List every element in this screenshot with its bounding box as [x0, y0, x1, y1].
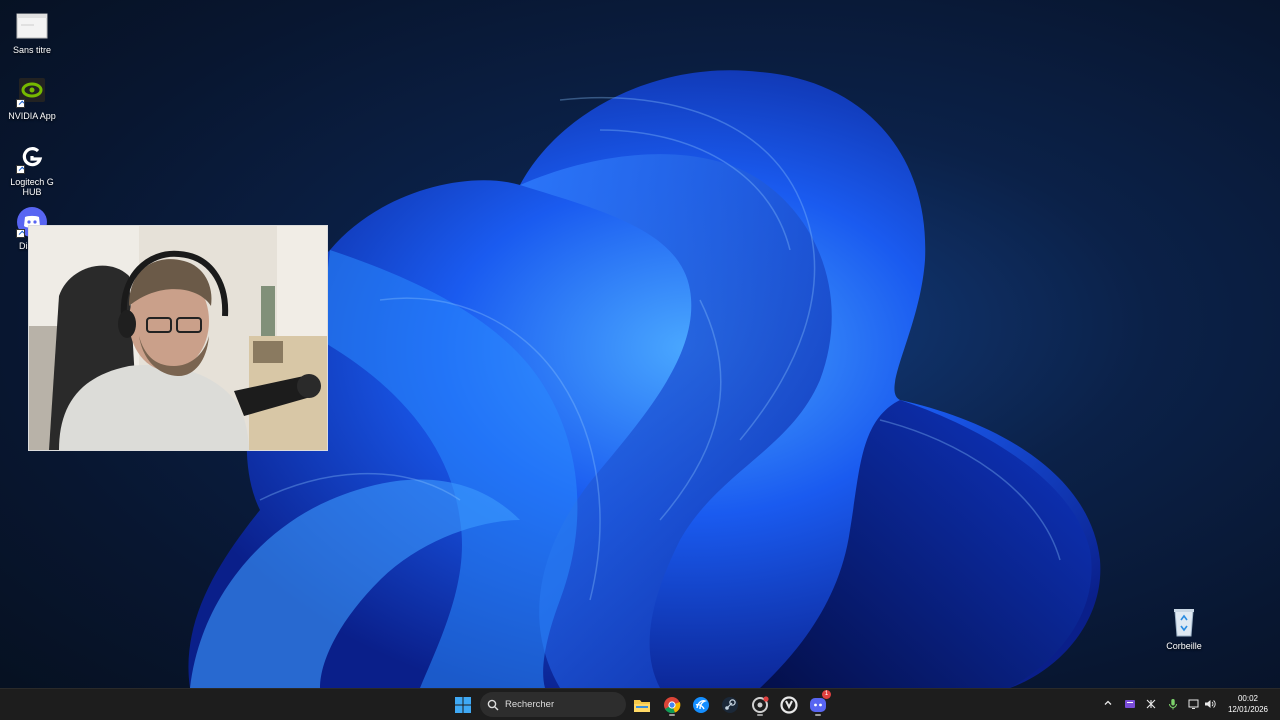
desktop-icon-label: Logitech G HUB [10, 177, 54, 197]
taskbar-overwatch[interactable] [777, 693, 801, 717]
taskbar-discord[interactable]: 1 [806, 690, 831, 717]
running-indicator [669, 714, 675, 716]
nvidia-icon [16, 76, 48, 108]
start-button[interactable] [451, 693, 475, 717]
webcam-person-image [29, 226, 327, 450]
volume-icon[interactable] [1204, 698, 1216, 710]
desktop-icon-label: Sans titre [12, 45, 52, 55]
network-icon[interactable] [1188, 698, 1200, 710]
desktop-icon-corbeille[interactable]: Corbeille [1152, 606, 1216, 651]
recycle-bin-icon [1168, 606, 1200, 638]
shortcut-arrow-icon [16, 99, 25, 108]
shortcut-arrow-icon [16, 229, 25, 238]
blank-document-icon [16, 10, 48, 42]
tray-network-activity-icon[interactable] [1145, 698, 1157, 710]
battlenet-icon [693, 697, 709, 713]
search-placeholder: Rechercher [505, 699, 555, 710]
taskbar-search-box[interactable]: Rechercher [480, 692, 626, 717]
microphone-icon[interactable] [1167, 698, 1179, 710]
settings-app-icon [752, 696, 769, 713]
desktop-icon-sans-titre[interactable]: Sans titre [0, 10, 64, 55]
desktop-icon-logitech-g-hub[interactable]: Logitech G HUB [0, 142, 64, 197]
show-hidden-icons-chevron-up-icon[interactable] [1102, 698, 1114, 710]
chrome-icon [664, 697, 681, 714]
discord-notification-badge: 1 [822, 690, 831, 699]
desktop-icon-label: NVIDIA App [8, 111, 56, 121]
logitech-g-icon [16, 142, 48, 174]
desktop-icon-nvidia-app[interactable]: NVIDIA App [0, 76, 64, 121]
shortcut-arrow-icon [16, 165, 25, 174]
tray-app-icon[interactable] [1124, 698, 1136, 710]
taskbar-chrome[interactable] [660, 693, 684, 717]
taskbar-steam[interactable] [718, 693, 742, 717]
search-icon [487, 699, 499, 710]
overwatch-icon [780, 696, 798, 714]
webcam-overlay [28, 225, 328, 451]
taskbar-battlenet[interactable] [689, 693, 713, 717]
file-explorer-icon [634, 700, 650, 712]
running-indicator [815, 714, 821, 716]
desktop-icon-label: Corbeille [1166, 641, 1202, 651]
clock-date: 12/01/2026 [1227, 705, 1269, 714]
taskbar: Rechercher 1 00:02 12/01/2026 [0, 688, 1280, 720]
taskbar-file-explorer[interactable] [630, 693, 654, 717]
steam-icon [722, 697, 738, 713]
start-icon [455, 697, 471, 713]
running-indicator [757, 714, 763, 716]
taskbar-clock[interactable]: 00:02 12/01/2026 [1223, 693, 1273, 715]
clock-time: 00:02 [1237, 694, 1259, 703]
taskbar-settings-app[interactable] [748, 693, 772, 717]
